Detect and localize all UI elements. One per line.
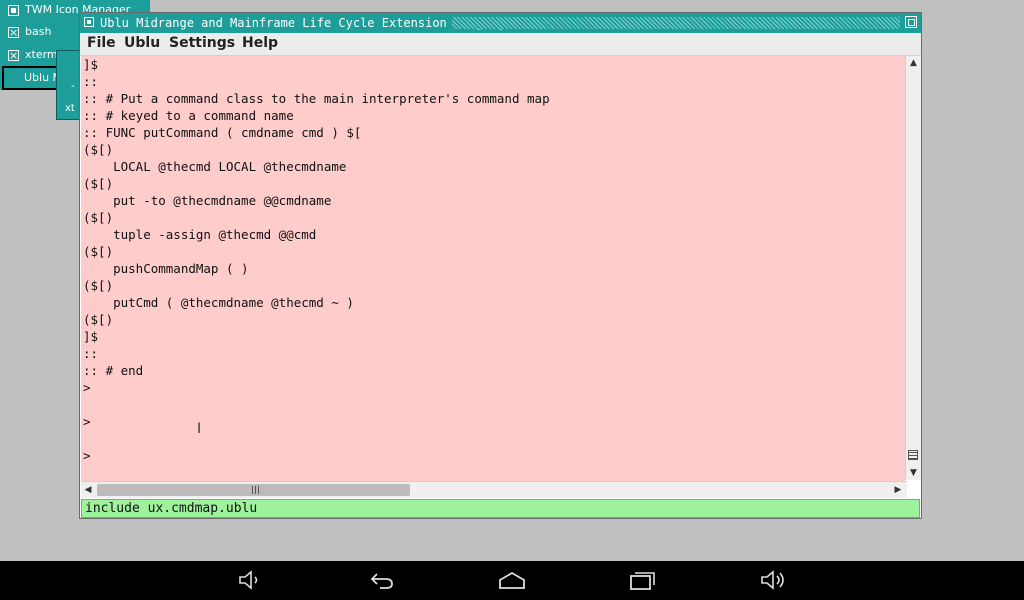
xterm-fragment-text: xt	[65, 103, 75, 114]
volume-down-icon[interactable]	[237, 569, 265, 591]
titlebar-drag-area[interactable]	[452, 17, 900, 29]
terminal-line: :: # keyed to a command name	[83, 108, 294, 123]
command-input[interactable]: include ux.cmdmap.ublu	[81, 499, 920, 518]
scroll-left-icon[interactable]: ◀	[81, 482, 95, 498]
menu-file[interactable]: File	[87, 35, 116, 51]
terminal-line: tuple -assign @thecmd @@cmd	[83, 227, 317, 242]
terminal-line: :: FUNC putCommand ( cmdname cmd ) $[	[83, 125, 362, 140]
window-menu-icon[interactable]	[84, 17, 94, 27]
scroll-thumb[interactable]	[908, 450, 918, 460]
navigation-bar	[0, 561, 1024, 600]
terminal-line: LOCAL @thecmd LOCAL @thecmdname	[83, 159, 347, 174]
close-icon	[8, 46, 19, 66]
menu-ublu[interactable]: Ublu	[124, 35, 160, 51]
menu-settings[interactable]: Settings	[169, 35, 235, 51]
scroll-down-icon[interactable]: ▼	[906, 466, 921, 480]
xterm-fragment-text: -	[71, 81, 75, 92]
terminal-line: ($[)	[83, 244, 114, 259]
resize-icon[interactable]	[905, 16, 917, 28]
terminal-line: ($[)	[83, 142, 114, 157]
home-icon[interactable]	[498, 569, 526, 591]
terminal-line: ::	[83, 346, 99, 361]
vertical-scrollbar[interactable]: ▲ ▼	[905, 56, 921, 480]
terminal-line: ($[)	[83, 278, 114, 293]
grip-icon	[252, 486, 260, 494]
scroll-thumb[interactable]	[97, 484, 410, 496]
text-cursor-icon: I	[197, 421, 202, 437]
window-title: Ublu Midrange and Mainframe Life Cycle E…	[100, 16, 512, 30]
terminal-output[interactable]: I ]$:::: # Put a command class to the ma…	[81, 56, 905, 481]
back-icon[interactable]	[368, 569, 396, 591]
volume-up-icon[interactable]	[759, 569, 787, 591]
horizontal-scrollbar[interactable]: ◀ ▶	[81, 481, 907, 498]
close-icon	[8, 23, 19, 43]
window-icon	[8, 4, 19, 16]
terminal-line: putCmd ( @thecmdname @thecmd ~ )	[83, 295, 354, 310]
terminal-line: >	[83, 380, 91, 395]
terminal-line: >	[83, 448, 91, 463]
terminal-line: ]$	[83, 329, 99, 344]
window-titlebar[interactable]: Ublu Midrange and Mainframe Life Cycle E…	[80, 13, 921, 33]
recent-apps-icon[interactable]	[628, 569, 656, 591]
terminal-line: ($[)	[83, 176, 114, 191]
terminal-line: >	[83, 414, 91, 429]
scroll-right-icon[interactable]: ▶	[891, 482, 905, 498]
scroll-up-icon[interactable]: ▲	[906, 56, 921, 70]
terminal-line: ]$	[83, 57, 99, 72]
terminal-line: pushCommandMap ( )	[83, 261, 249, 276]
menu-bar: File Ublu Settings Help	[80, 33, 921, 56]
terminal-line: ($[)	[83, 210, 114, 225]
terminal-line: put -to @thecmdname @@cmdname	[83, 193, 332, 208]
terminal-line: :: # Put a command class to the main int…	[83, 91, 550, 106]
icon-manager-label: xterm	[25, 48, 58, 61]
ublu-window: Ublu Midrange and Mainframe Life Cycle E…	[79, 12, 922, 519]
menu-help[interactable]: Help	[242, 35, 278, 51]
terminal-line: ($[)	[83, 312, 114, 327]
icon-manager-label: bash	[25, 25, 52, 38]
terminal-line: :: # end	[83, 363, 144, 378]
terminal-line: ::	[83, 74, 99, 89]
